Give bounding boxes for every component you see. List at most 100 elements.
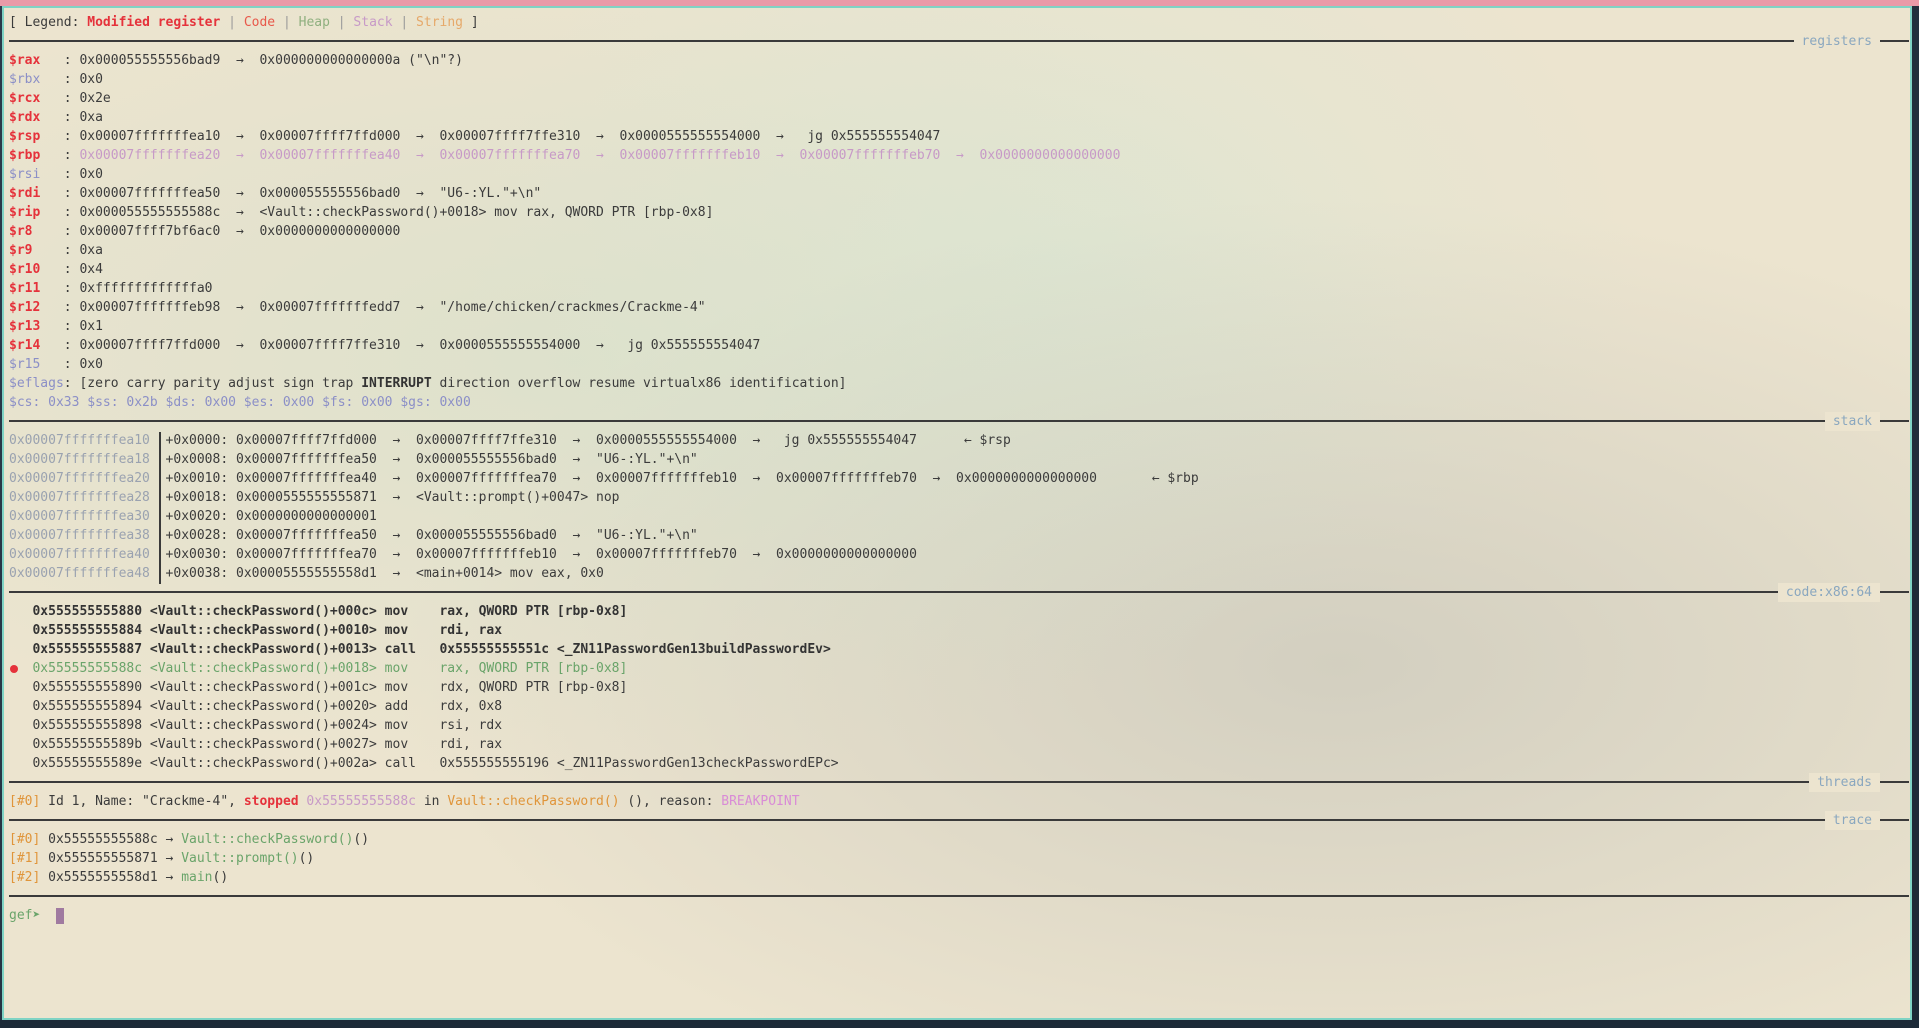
code-section-label: code:x86:64 <box>1777 583 1880 602</box>
register-value: 0x0 <box>79 167 103 182</box>
code-line: 0x555555555884 <Vault::checkPassword()+0… <box>9 623 503 638</box>
register-row: $r15 : 0x0 <box>9 357 103 372</box>
register-row: $r11 : 0xfffffffffffffa0 <box>9 281 213 296</box>
register-name: $rdx <box>9 110 41 125</box>
desktop-bottom-stripe <box>0 1020 1919 1028</box>
register-name: $rax <box>9 53 41 68</box>
register-name: $rsp <box>9 129 41 144</box>
register-value: 0x00007fffffffea50 → 0x000055555556bad0 … <box>79 186 542 201</box>
register-name: $rsi <box>9 167 41 182</box>
stack-row: 0x00007fffffffea30 +0x0020: 0x0000000000… <box>9 507 377 526</box>
trace-frame-id: [#1] <box>9 851 41 866</box>
trace-tail: () <box>353 832 370 847</box>
stack-row: 0x00007fffffffea40 +0x0030: 0x00007fffff… <box>9 545 917 564</box>
trace-function: Vault::checkPassword() <box>181 832 354 847</box>
stack-address: 0x00007fffffffea10 <box>9 433 150 448</box>
register-value: 0xa <box>79 243 103 258</box>
legend-sep: | <box>329 15 354 30</box>
thread-state: stopped <box>243 794 299 809</box>
legend-sep: | <box>275 15 299 30</box>
text-cursor[interactable] <box>55 907 64 924</box>
code-line-current: 0x55555555588c <Vault::checkPassword()+0… <box>9 661 628 676</box>
thread-in: in <box>416 794 448 809</box>
code-line: 0x555555555880 <Vault::checkPassword()+0… <box>9 604 628 619</box>
trace-section-label: trace <box>1824 811 1880 830</box>
thread-function: Vault::checkPassword <box>447 794 604 809</box>
register-value: 0x00007fffffffeb98 → 0x00007fffffffedd7 … <box>79 300 706 315</box>
stack-value: +0x0000: 0x00007ffff7ffd000 → 0x00007fff… <box>165 433 1011 448</box>
thread-info: Id 1, Name: "Crackme-4", <box>40 794 244 809</box>
register-row: $rip : 0x000055555555588c → <Vault::chec… <box>9 205 714 220</box>
trace-frame-id: [#2] <box>9 870 41 885</box>
trace-function: Vault::prompt() <box>181 851 299 866</box>
stack-row: 0x00007fffffffea20 +0x0010: 0x00007fffff… <box>9 469 1199 488</box>
register-name: $r12 <box>9 300 41 315</box>
stack-value: +0x0030: 0x00007fffffffea70 → 0x00007fff… <box>165 547 917 562</box>
register-name: $rbx <box>9 72 41 87</box>
legend-stack: Stack <box>353 15 393 30</box>
trace-separator <box>9 819 1909 821</box>
register-name: $r10 <box>9 262 41 277</box>
eflags-interrupt: INTERRUPT <box>361 376 432 391</box>
register-row: $rcx : 0x2e <box>9 91 111 106</box>
trace-row: [#0] 0x55555555588c → Vault::checkPasswo… <box>9 830 369 849</box>
register-row: $r10 : 0x4 <box>9 262 103 277</box>
register-value: 0xa <box>79 110 103 125</box>
register-row: $rdx : 0xa <box>9 110 103 125</box>
legend-open: [ Legend: <box>9 15 88 30</box>
legend-code: Code <box>243 15 276 30</box>
stack-row: 0x00007fffffffea18 +0x0008: 0x00007fffff… <box>9 450 698 469</box>
prompt-separator <box>9 895 1909 897</box>
register-name: $rbp <box>9 148 41 163</box>
register-row: $r9 : 0xa <box>9 243 103 258</box>
register-name: $rcx <box>9 91 41 106</box>
trace-function: main <box>181 870 213 885</box>
stack-row: 0x00007fffffffea38 +0x0028: 0x00007fffff… <box>9 526 698 545</box>
stack-value: +0x0018: 0x0000555555555871 → <Vault::pr… <box>165 490 620 505</box>
thread-row: [#0] Id 1, Name: "Crackme-4", stopped 0x… <box>9 792 800 811</box>
thread-function-parens: () <box>603 794 620 809</box>
register-name: $rdi <box>9 186 41 201</box>
eflags-row: $eflags: [zero carry parity adjust sign … <box>9 374 847 393</box>
trace-tail: () <box>298 851 315 866</box>
thread-reason: BREAKPOINT <box>721 794 800 809</box>
stack-row: 0x00007fffffffea10 +0x0000: 0x00007ffff7… <box>9 431 1011 450</box>
register-name: $r9 <box>9 243 33 258</box>
legend-string: String <box>416 15 464 30</box>
stack-value: +0x0038: 0x00005555555558d1 → <main+0014… <box>165 566 604 581</box>
register-value: 0x2e <box>79 91 111 106</box>
register-value: 0x00007fffffffea20 → 0x00007fffffffea40 … <box>79 148 1121 163</box>
segment-registers: $cs: 0x33 $ss: 0x2b $ds: 0x00 $es: 0x00 … <box>9 395 471 410</box>
stack-value: +0x0010: 0x00007fffffffea40 → 0x00007fff… <box>165 471 1199 486</box>
code-line: 0x555555555887 <Vault::checkPassword()+0… <box>9 642 831 657</box>
threads-section-label: threads <box>1809 773 1880 792</box>
stack-row: 0x00007fffffffea48 +0x0038: 0x0000555555… <box>9 564 604 583</box>
register-row: $r13 : 0x1 <box>9 319 103 334</box>
legend-modified: Modified register <box>87 15 221 30</box>
trace-tail: () <box>212 870 229 885</box>
register-row: $rsi : 0x0 <box>9 167 103 182</box>
terminal-window[interactable]: [ Legend: Modified register | Code | Hea… <box>2 6 1912 1020</box>
register-name: $r8 <box>9 224 33 239</box>
legend-sep: | <box>220 15 244 30</box>
register-row: $r14 : 0x00007ffff7ffd000 → 0x00007ffff7… <box>9 338 761 353</box>
legend-close: ] <box>463 15 479 30</box>
register-name: $r15 <box>9 357 41 372</box>
register-value: 0x00007ffff7ffd000 → 0x00007ffff7ffe310 … <box>79 338 761 353</box>
stack-value: +0x0028: 0x00007fffffffea50 → 0x00005555… <box>165 528 698 543</box>
register-name: $r14 <box>9 338 41 353</box>
thread-reason-label: (), reason: <box>619 794 722 809</box>
command-prompt[interactable]: gef➤ <box>9 906 64 925</box>
stack-address: 0x00007fffffffea20 <box>9 471 150 486</box>
code-line: 0x555555555890 <Vault::checkPassword()+0… <box>9 680 628 695</box>
eflags-flags: : [zero carry parity adjust sign trap <box>63 376 362 391</box>
stack-address: 0x00007fffffffea28 <box>9 490 150 505</box>
trace-address: 0x5555555558d1 → <box>40 870 182 885</box>
stack-address: 0x00007fffffffea38 <box>9 528 150 543</box>
register-row: $rsp : 0x00007fffffffea10 → 0x00007ffff7… <box>9 129 941 144</box>
register-value: 0x0 <box>79 357 103 372</box>
code-line: 0x55555555589e <Vault::checkPassword()+0… <box>9 756 839 771</box>
register-row: $r8 : 0x00007ffff7bf6ac0 → 0x00000000000… <box>9 224 401 239</box>
eflags-label: $eflags <box>9 376 64 391</box>
register-value: 0x000055555555588c → <Vault::checkPasswo… <box>79 205 714 220</box>
